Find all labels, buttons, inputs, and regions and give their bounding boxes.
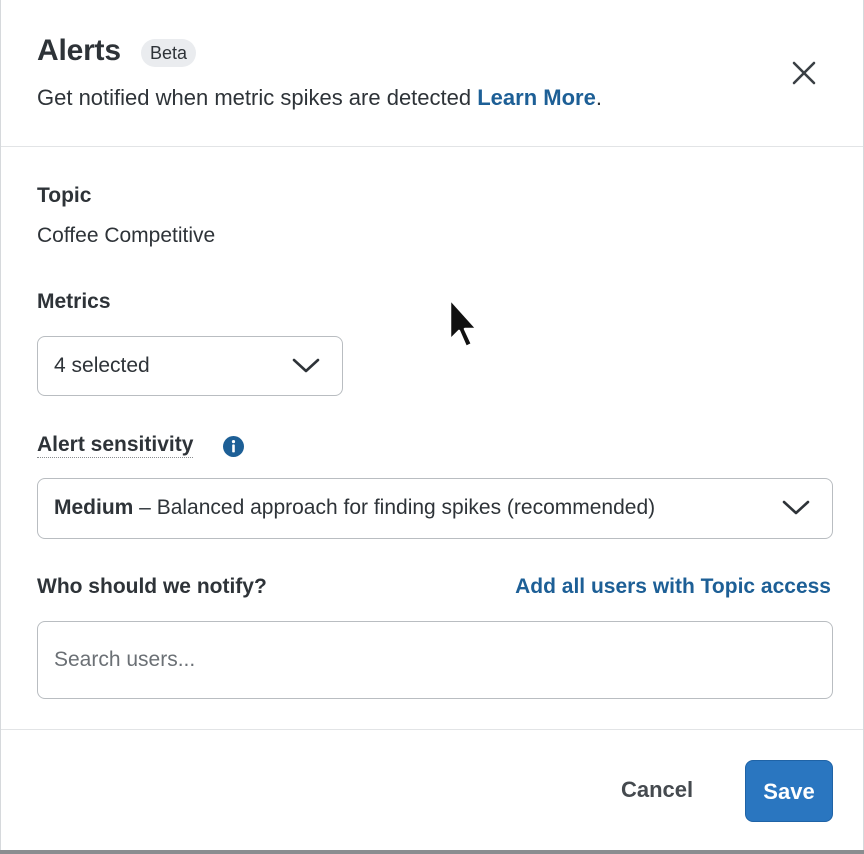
metrics-selected-value: 4 selected bbox=[54, 354, 150, 377]
learn-more-link[interactable]: Learn More bbox=[477, 85, 596, 110]
close-icon bbox=[792, 61, 816, 85]
beta-badge: Beta bbox=[141, 39, 197, 67]
alert-sensitivity-label[interactable]: Alert sensitivity bbox=[37, 433, 194, 458]
chevron-down-icon bbox=[782, 479, 810, 537]
save-button[interactable]: Save bbox=[745, 760, 833, 822]
add-all-users-link[interactable]: Add all users with Topic access bbox=[515, 575, 831, 599]
chevron-down-icon bbox=[292, 337, 320, 395]
sensitivity-description: – Balanced approach for finding spikes (… bbox=[133, 496, 656, 519]
modal-title: Alerts bbox=[37, 34, 121, 67]
modal-header: Alerts Beta Get notified when metric spi… bbox=[1, 0, 863, 147]
search-users-field[interactable] bbox=[37, 621, 833, 699]
alerts-modal: Alerts Beta Get notified when metric spi… bbox=[0, 0, 864, 850]
topic-value: Coffee Competitive bbox=[37, 224, 216, 247]
bottom-edge bbox=[0, 850, 864, 854]
cancel-button[interactable]: Cancel bbox=[621, 777, 693, 803]
subtitle-text: Get notified when metric spikes are dete… bbox=[37, 85, 478, 110]
topic-label: Topic bbox=[37, 184, 92, 207]
sensitivity-selected-value: Medium – Balanced approach for finding s… bbox=[54, 479, 655, 537]
subtitle-period: . bbox=[595, 85, 602, 110]
alert-sensitivity-text: Alert sensitivity bbox=[37, 433, 194, 458]
search-users-input[interactable] bbox=[54, 622, 814, 698]
notify-label: Who should we notify? bbox=[37, 575, 267, 598]
metrics-select[interactable]: 4 selected bbox=[37, 336, 343, 396]
metrics-label: Metrics bbox=[37, 290, 111, 313]
mouse-pointer-icon bbox=[448, 297, 479, 349]
info-icon[interactable] bbox=[223, 436, 244, 457]
sensitivity-select[interactable]: Medium – Balanced approach for finding s… bbox=[37, 478, 833, 539]
modal-subtitle: Get notified when metric spikes are dete… bbox=[37, 85, 602, 111]
modal-footer: Cancel Save bbox=[1, 729, 863, 851]
sensitivity-level: Medium bbox=[54, 496, 134, 519]
close-button[interactable] bbox=[787, 56, 821, 90]
